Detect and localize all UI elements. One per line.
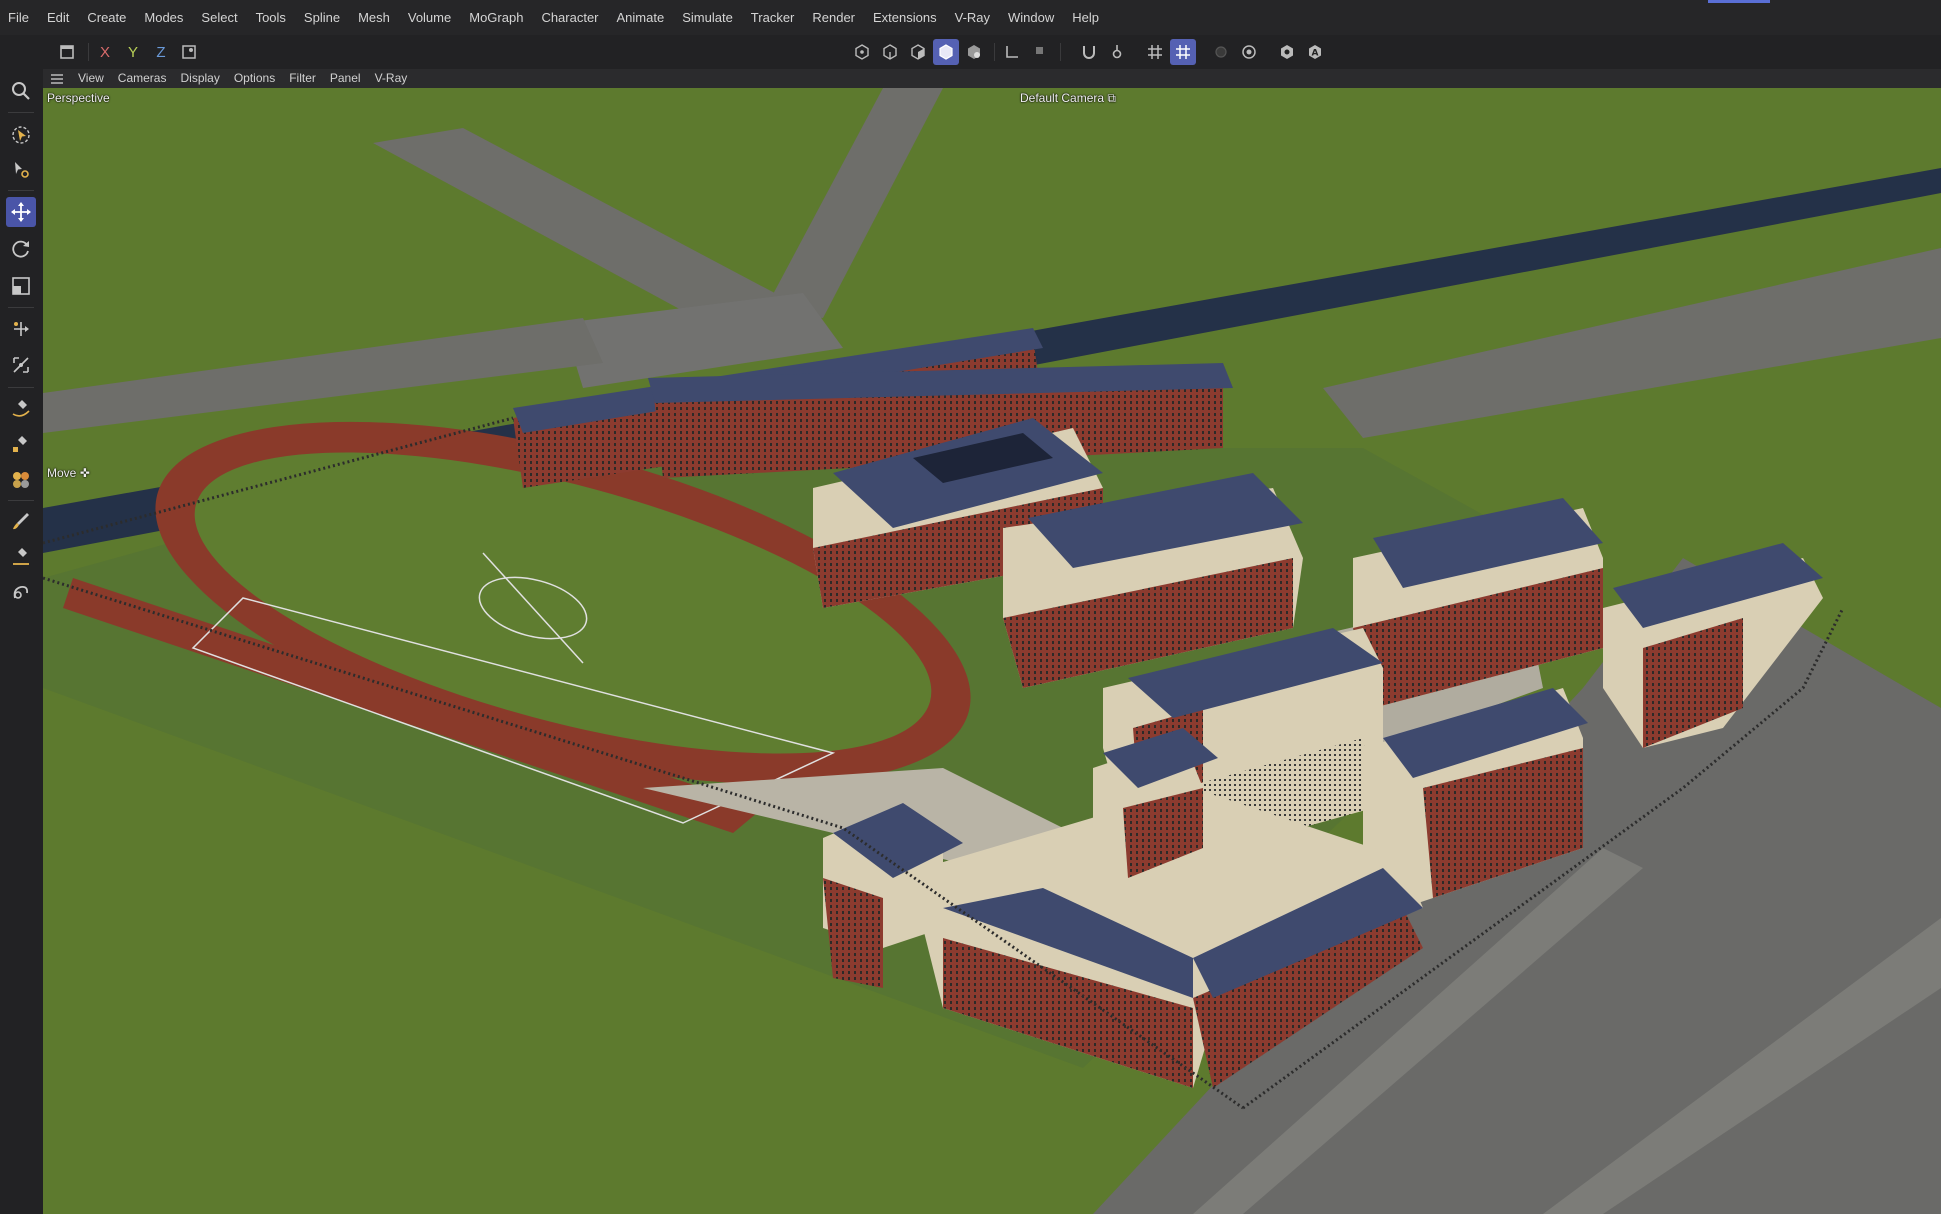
main-menu-bar: File Edit Create Modes Select Tools Spli… [0,0,1941,35]
menu-edit[interactable]: Edit [38,0,78,35]
axis-x-label: X [99,43,110,61]
layout-tab-indicator [1708,0,1770,3]
camera-link-icon: ⧉ [1107,91,1116,105]
menu-tracker[interactable]: Tracker [742,0,804,35]
viewport-menu-view[interactable]: View [71,69,111,88]
viewport-view-name[interactable]: Perspective [47,91,110,105]
knife-icon[interactable] [6,541,36,571]
menu-animate[interactable]: Animate [608,0,674,35]
viewport-camera-label[interactable]: Default Camera ⧉ [1020,91,1116,106]
snap-settings-icon[interactable] [1104,39,1130,65]
menu-select[interactable]: Select [192,0,246,35]
paint-layers-icon[interactable] [6,464,36,494]
coordinate-system-icon[interactable] [176,39,202,65]
rotate-icon[interactable] [6,234,36,264]
menu-simulate[interactable]: Simulate [673,0,742,35]
camera-name: Default Camera [1020,91,1105,105]
axis-z-label: Z [156,43,166,61]
viewport-menu-display[interactable]: Display [173,69,226,88]
viewport-menu-filter[interactable]: Filter [282,69,323,88]
3d-viewport[interactable]: Perspective Default Camera ⧉ Move ✜ [43,88,1941,1214]
menu-mograph[interactable]: MoGraph [460,0,532,35]
menu-modes[interactable]: Modes [135,0,192,35]
active-tool-name: Move [47,466,77,480]
menu-character[interactable]: Character [532,0,607,35]
menu-help[interactable]: Help [1063,0,1108,35]
model-mode-icon[interactable] [933,39,959,65]
menu-volume[interactable]: Volume [399,0,460,35]
live-selection-icon[interactable] [6,120,36,150]
menu-vray[interactable]: V-Ray [946,0,999,35]
svg-text:A: A [1312,49,1319,59]
viewport-menu-options[interactable]: Options [227,69,282,88]
menu-spline[interactable]: Spline [295,0,349,35]
magnet-tool-icon[interactable] [6,577,36,607]
object-mode-icon[interactable] [961,39,987,65]
axis-mode-icon[interactable] [999,39,1025,65]
viewport-menu-bar: View Cameras Display Options Filter Pane… [43,69,1941,88]
edges-mode-icon[interactable] [877,39,903,65]
move-tools-icon[interactable] [6,155,36,185]
brush-icon[interactable] [6,506,36,536]
render-region-icon[interactable] [1208,39,1234,65]
transform-icon[interactable] [6,350,36,380]
snap-magnet-icon[interactable] [1076,39,1102,65]
menu-tools[interactable]: Tools [247,0,295,35]
spline-pen-icon[interactable] [6,393,36,423]
axis-move-icon[interactable] [6,314,36,344]
workplane-grid-icon[interactable] [1142,39,1168,65]
menu-file[interactable]: File [0,0,38,35]
search-icon[interactable] [6,76,36,106]
vray-settings-icon[interactable]: A [1302,39,1328,65]
viewport-menu-panel[interactable]: Panel [323,69,368,88]
polygons-mode-icon[interactable] [905,39,931,65]
viewport-menu-vray[interactable]: V-Ray [368,69,415,88]
menu-create[interactable]: Create [78,0,135,35]
vray-render-icon[interactable] [1274,39,1300,65]
viewport-hamburger-icon[interactable] [43,73,71,85]
menu-render[interactable]: Render [803,0,864,35]
render-view-icon[interactable] [1236,39,1262,65]
tweak-mode-icon[interactable] [1027,39,1053,65]
tool-palette [0,69,44,1214]
menu-window[interactable]: Window [999,0,1063,35]
scale-icon[interactable] [6,271,36,301]
axis-y-label: Y [127,43,138,61]
active-tool-hud: Move ✜ [47,466,90,480]
points-mode-icon[interactable] [849,39,875,65]
move-icon[interactable] [6,197,36,227]
campus-scene-render [43,88,1941,1214]
grid-snap-icon[interactable] [1170,39,1196,65]
undo-history-icon[interactable] [54,39,80,65]
command-toolbar: X Y Z A [0,35,1941,69]
move-crosshair-icon: ✜ [79,466,90,480]
viewport-menu-cameras[interactable]: Cameras [111,69,174,88]
menu-extensions[interactable]: Extensions [864,0,946,35]
spline-sketch-icon[interactable] [6,429,36,459]
lock-y-axis-button[interactable]: Y [120,39,146,65]
menu-mesh[interactable]: Mesh [349,0,399,35]
lock-z-axis-button[interactable]: Z [148,39,174,65]
lock-x-axis-button[interactable]: X [92,39,118,65]
